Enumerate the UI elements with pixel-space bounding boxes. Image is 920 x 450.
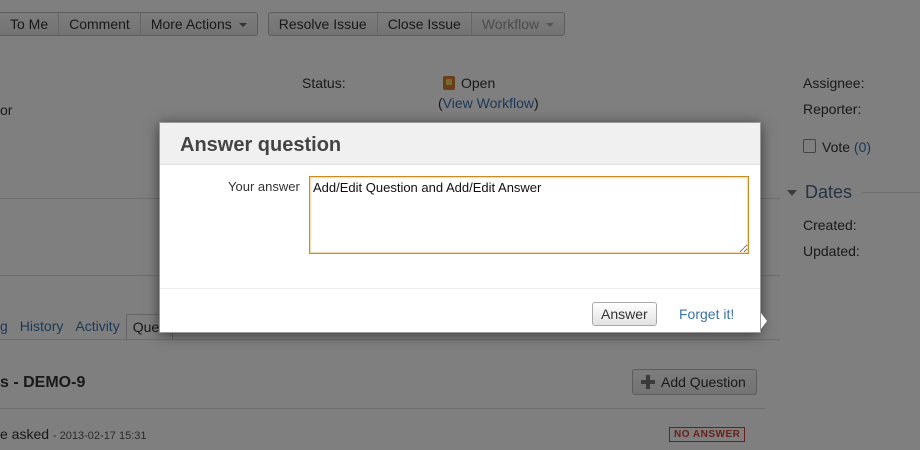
mouse-pointer-icon <box>761 313 767 329</box>
your-answer-label: Your answer <box>228 179 300 194</box>
dialog-title: Answer question <box>180 134 342 156</box>
dialog-footer: Answer Forget it! <box>160 288 760 332</box>
forget-it-link[interactable]: Forget it! <box>679 306 734 322</box>
answer-textarea[interactable]: Add/Edit Question and Add/Edit Answer <box>309 176 749 254</box>
answer-question-dialog: Answer question Your answer Add/Edit Que… <box>159 122 761 333</box>
answer-button[interactable]: Answer <box>592 302 657 326</box>
